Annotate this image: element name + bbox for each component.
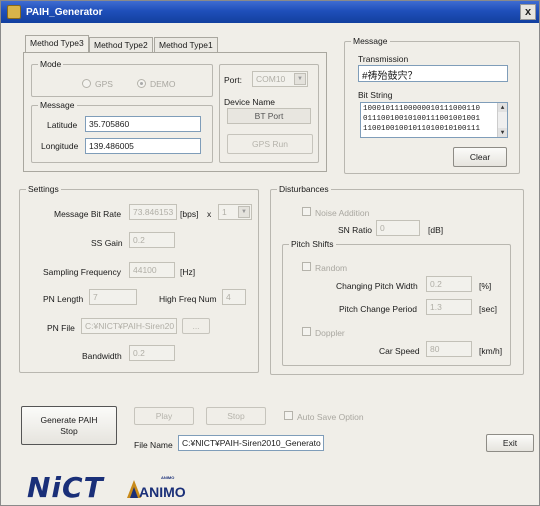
settings-legend: Settings [26,184,61,194]
device-name-value: BT Port [227,108,311,124]
ss-gain-input[interactable]: 0.2 [129,232,175,248]
sampling-frequency-label: Sampling Frequency [43,267,121,277]
sampling-frequency-unit: [Hz] [180,267,196,277]
chevron-down-icon: ▼ [294,73,306,85]
file-name-label: File Name [134,440,173,450]
demo-radio-label: DEMO [150,79,176,89]
clear-button[interactable]: Clear [453,147,507,167]
auto-save-checkbox[interactable] [284,411,293,420]
play-button[interactable]: Play [134,407,194,425]
pitch-period-unit: [sec] [479,304,497,314]
mode-legend: Mode [38,59,64,69]
gps-radio-label: GPS [95,79,113,89]
pitch-period-label: Pitch Change Period [339,304,417,314]
pitch-width-label: Changing Pitch Width [336,281,418,291]
app-icon [7,5,21,19]
bandwidth-label: Bandwidth [82,351,122,361]
bandwidth-input[interactable]: 0.2 [129,345,175,361]
random-label: Random [315,263,348,273]
generate-button-line1: Generate PAIH [40,414,98,425]
car-speed-unit: [km/h] [479,346,503,356]
longitude-input[interactable]: 139.486005 [85,138,201,154]
generate-button-line2: Stop [60,425,78,436]
disturbances-legend: Disturbances [277,184,331,194]
animo-small-text: ANIMO [161,475,175,480]
port-label: Port: [224,75,242,85]
gps-run-button[interactable]: GPS Run [227,134,313,154]
close-button[interactable]: x [520,4,536,20]
high-freq-num-input[interactable]: 4 [222,289,246,305]
latitude-input[interactable]: 35.705860 [85,116,201,132]
sn-ratio-label: SN Ratio [338,225,373,235]
transmission-input[interactable]: #祷殆鼓宍？ [358,65,508,82]
chevron-down-icon: ▼ [238,206,250,218]
port-select-value: COM10 [256,74,286,84]
bitstring-list[interactable]: 10001011100000010111000110 0111001001010… [360,102,508,138]
pn-file-input[interactable]: C:¥NICT¥PAIH-Siren20 [81,318,177,334]
doppler-checkbox[interactable] [302,327,311,336]
noise-addition-label: Noise Addition [315,208,370,218]
exit-button[interactable]: Exit [486,434,534,452]
file-name-input[interactable]: C:¥NICT¥PAIH-Siren2010_Generato [178,435,324,451]
stop-button[interactable]: Stop [206,407,266,425]
bit-rate-label: Message Bit Rate [54,209,122,219]
message-input-legend: Message [38,100,77,110]
high-freq-num-label: High Freq Num [159,294,217,304]
multiply-sign: x [207,209,212,219]
noise-addition-checkbox[interactable] [302,207,311,216]
tab-method-type3[interactable]: Method Type3 [25,35,89,52]
bit-rate-unit: [bps] [180,209,199,219]
title-bar[interactable]: PAIH_Generator x [1,1,539,23]
pitch-width-unit: [%] [479,281,492,291]
port-select[interactable]: COM10 ▼ [252,71,308,87]
longitude-label: Longitude [41,141,79,151]
sn-ratio-unit: [dB] [428,225,444,235]
bit-rate-input[interactable]: 73.846153 [129,204,177,220]
message-input-group: Message [31,100,213,163]
pn-file-browse-button[interactable]: ... [182,318,210,334]
random-checkbox[interactable] [302,262,311,271]
window-title: PAIH_Generator [26,6,103,18]
doppler-label: Doppler [315,328,345,338]
gps-radio[interactable] [82,79,91,88]
transmission-label: Transmission [358,54,409,64]
app-window: PAIH_Generator x Method Type3 Method Typ… [0,0,540,506]
device-name-label: Device Name [224,97,276,107]
sn-ratio-input[interactable]: 0 [376,220,420,236]
bitstring-line: 01110010010100111001001001 [363,115,481,123]
pitch-period-input[interactable]: 1.3 [426,299,472,315]
car-speed-input[interactable]: 80 [426,341,472,357]
ss-gain-label: SS Gain [91,238,123,248]
pn-length-input[interactable]: 7 [89,289,137,305]
scroll-down-icon[interactable]: ▼ [498,128,507,137]
bitstring-line: 10001011100000010111000110 [363,105,481,113]
latitude-label: Latitude [47,120,78,130]
animo-logo: ANIMO [139,484,186,500]
mode-group: Mode [31,59,213,97]
demo-radio[interactable] [137,79,146,88]
car-speed-label: Car Speed [379,346,420,356]
tab-method-type2[interactable]: Method Type2 [89,37,153,52]
tab-method-type1[interactable]: Method Type1 [154,37,218,52]
multiplier-select-value: 1 [222,207,227,217]
sampling-frequency-input[interactable]: 44100 [129,262,175,278]
multiplier-select[interactable]: 1 ▼ [218,204,252,220]
bitstring-label: Bit String [358,90,393,100]
pn-file-label: PN File [47,323,75,333]
auto-save-label: Auto Save Option [297,412,364,422]
pitch-width-input[interactable]: 0.2 [426,276,472,292]
pn-length-label: PN Length [43,294,84,304]
scroll-up-icon[interactable]: ▲ [498,103,507,112]
nict-logo: NiCT [27,471,104,504]
generate-stop-button[interactable]: Generate PAIH Stop [21,406,117,445]
bitstring-scrollbar[interactable]: ▲ ▼ [497,103,507,137]
message-panel-legend: Message [351,36,390,46]
bitstring-line: 11001001001011010010100111 [363,125,481,133]
pitch-shifts-legend: Pitch Shifts [289,239,336,249]
